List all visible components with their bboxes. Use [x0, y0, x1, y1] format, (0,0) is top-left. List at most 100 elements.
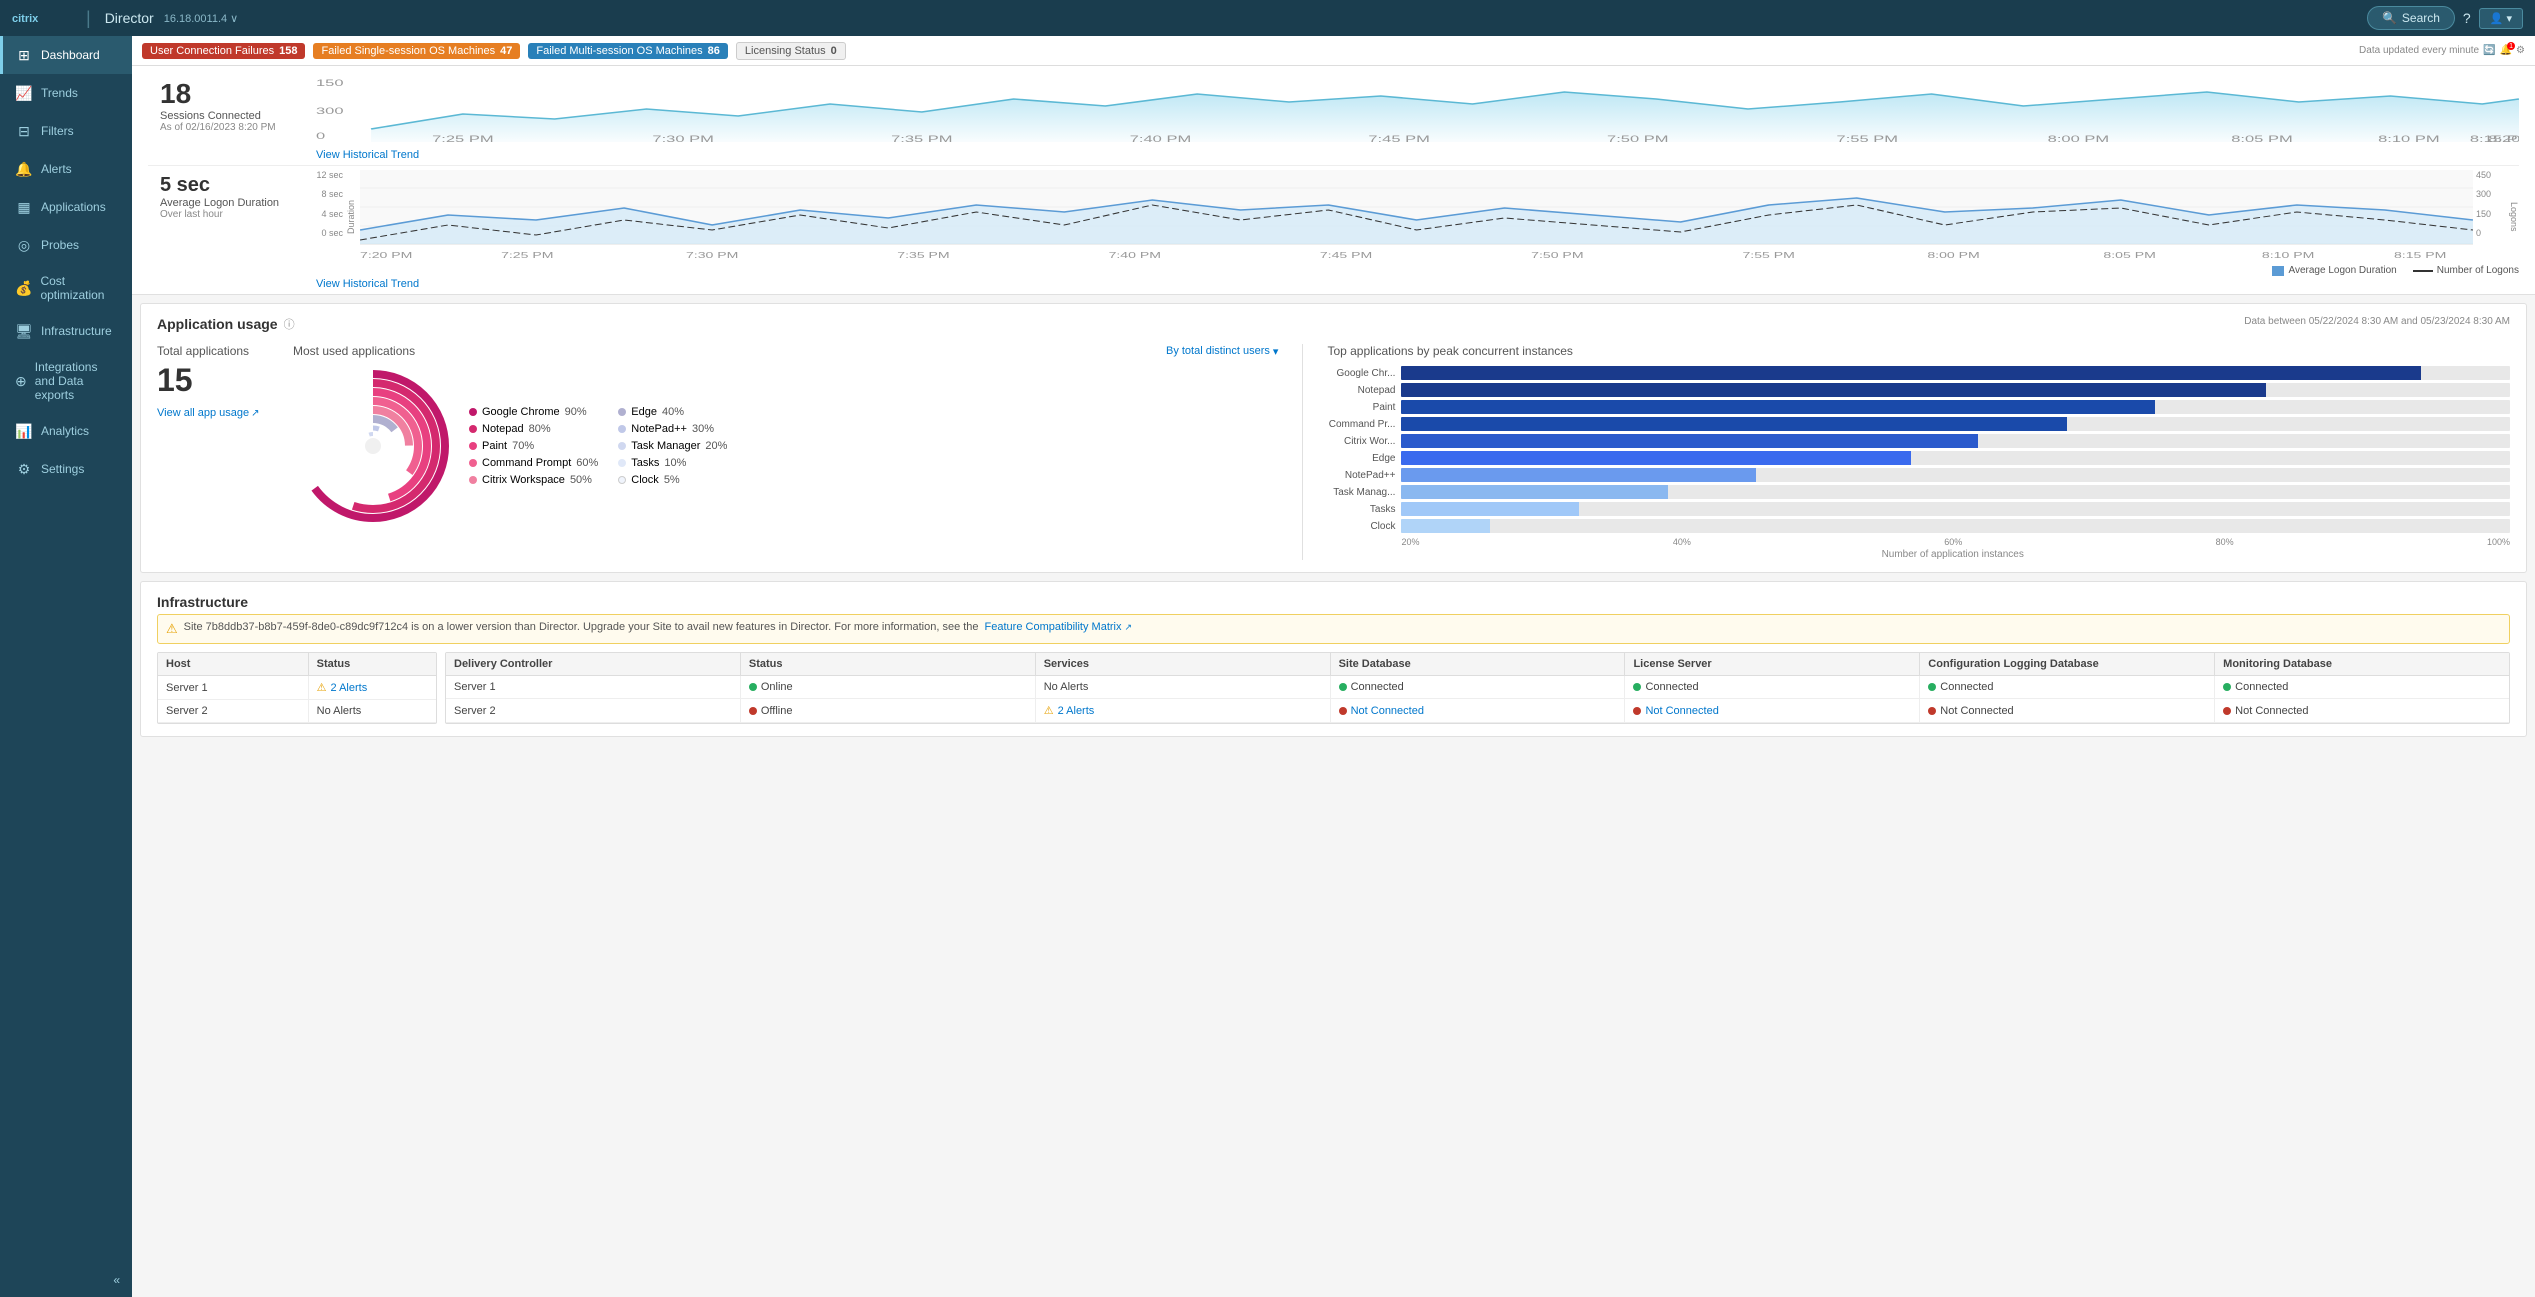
probes-icon: ◎ — [15, 236, 33, 254]
dc-services-header: Services — [1036, 653, 1331, 675]
dc-license-header: License Server — [1625, 653, 1920, 675]
bar-chart: Google Chr... Notepad Pain — [1327, 366, 2510, 560]
ucf-count: 158 — [279, 45, 297, 57]
sidebar-item-applications[interactable]: ▦ Applications — [0, 188, 132, 226]
warning-icon: ⚠ — [166, 621, 178, 637]
services-warning-icon: ⚠ — [1044, 704, 1054, 717]
sidebar-item-dashboard[interactable]: ⊞ Dashboard — [0, 36, 132, 74]
configlogging-green-icon — [1928, 683, 1936, 691]
svg-text:7:20 PM: 7:20 PM — [360, 252, 412, 260]
host-col-header: Host — [158, 653, 309, 675]
svg-text:7:35 PM: 7:35 PM — [897, 252, 949, 260]
bar-x-axis-title: Number of application instances — [1327, 549, 2510, 560]
configlogging-red-icon — [1928, 707, 1936, 715]
sessions-count: 18 — [160, 78, 191, 110]
sidebar-label-settings: Settings — [41, 462, 84, 476]
search-button[interactable]: 🔍 Search — [2367, 6, 2455, 30]
svg-text:8:05 PM: 8:05 PM — [2103, 252, 2155, 260]
right-y-150: 150 — [2476, 209, 2505, 219]
notification-bell[interactable]: 🔔 1 — [2500, 45, 2512, 56]
sidebar-item-infrastructure[interactable]: 🖥 Infrastructure — [0, 312, 132, 350]
cost-icon: 💰 — [15, 279, 32, 297]
app-usage-info-icon[interactable]: ⓘ — [284, 316, 295, 332]
warning-text: Site 7b8ddb37-b8b7-459f-8de0-c89dc9f712c… — [184, 621, 979, 633]
sidebar-item-integrations[interactable]: ⊕ Integrations and Data exports — [0, 350, 132, 412]
ls-label: Licensing Status — [745, 45, 826, 57]
alerts-icon: 🔔 — [15, 160, 33, 178]
sitedb-notconnected-link[interactable]: Not Connected — [1351, 705, 1424, 717]
user-button[interactable]: 👤 ▾ — [2479, 8, 2523, 29]
legend-tasks: Tasks 10% — [618, 457, 727, 469]
sidebar: ⊞ Dashboard 📈 Trends ⊟ Filters 🔔 Alerts … — [0, 36, 132, 1297]
donut-header: Most used applications By total distinct… — [293, 344, 1278, 358]
legend-google-chrome: Google Chrome 90% — [469, 406, 598, 418]
bar-fill-notepad — [1401, 383, 2266, 397]
sidebar-item-probes[interactable]: ◎ Probes — [0, 226, 132, 264]
monitoring-red-icon — [2223, 707, 2231, 715]
host-name-server2: Server 2 — [158, 700, 309, 722]
app-total-section: Total applications 15 View all app usage… — [157, 344, 277, 560]
legend-edge: Edge 40% — [618, 406, 727, 418]
donut-filter-dropdown[interactable]: By total distinct users ▾ — [1166, 345, 1278, 358]
main-content: 18 Sessions Connected As of 02/16/2023 8… — [132, 66, 2535, 1297]
license-notconnected-link[interactable]: Not Connected — [1645, 705, 1718, 717]
sidebar-item-trends[interactable]: 📈 Trends — [0, 74, 132, 112]
bar-row-edge: Edge — [1327, 451, 2510, 465]
sidebar-item-cost-optimization[interactable]: 💰 Cost optimization — [0, 264, 132, 312]
view-all-apps-link[interactable]: View all app usage ↗ — [157, 407, 277, 419]
sidebar-label-infrastructure: Infrastructure — [41, 324, 112, 338]
charts-section: 18 Sessions Connected As of 02/16/2023 8… — [132, 66, 2535, 295]
dc-monitoring-server1: Connected — [2215, 676, 2509, 698]
svg-text:8:05 PM: 8:05 PM — [2231, 134, 2293, 144]
server1-alerts-link[interactable]: 2 Alerts — [331, 682, 368, 694]
sidebar-label-filters: Filters — [41, 124, 74, 138]
integrations-icon: ⊕ — [15, 372, 27, 390]
donut-legend: Google Chrome 90% Notepad 80% Paint — [469, 406, 727, 486]
user-connection-failures-badge[interactable]: User Connection Failures 158 — [142, 43, 305, 59]
total-apps-label: Total applications — [157, 344, 277, 358]
fms-count: 86 — [708, 45, 720, 57]
dc-services-server2: ⚠ 2 Alerts — [1036, 699, 1331, 722]
help-button[interactable]: ? — [2463, 10, 2471, 26]
dc-row-server2: Server 2 Offline ⚠ 2 Alerts Not Connecte… — [446, 699, 2509, 723]
svg-text:7:45 PM: 7:45 PM — [1368, 134, 1430, 144]
logon-view-trend-link[interactable]: View Historical Trend — [316, 278, 419, 290]
server2-services-link[interactable]: 2 Alerts — [1058, 705, 1095, 717]
licensing-status-badge[interactable]: Licensing Status 0 — [736, 42, 846, 60]
donut-section: Most used applications By total distinct… — [293, 344, 1278, 560]
section-divider — [1302, 344, 1303, 560]
failed-single-session-badge[interactable]: Failed Single-session OS Machines 47 — [313, 43, 520, 59]
svg-text:7:50 PM: 7:50 PM — [1607, 134, 1669, 144]
svg-text:7:30 PM: 7:30 PM — [652, 134, 714, 144]
sidebar-item-alerts[interactable]: 🔔 Alerts — [0, 150, 132, 188]
sidebar-item-settings[interactable]: ⚙ Settings — [0, 450, 132, 488]
svg-text:8:00 PM: 8:00 PM — [2048, 134, 2110, 144]
sidebar-collapse-button[interactable]: « — [0, 1263, 132, 1297]
alert-bar-left: User Connection Failures 158 Failed Sing… — [142, 42, 846, 60]
dc-license-server1: Connected — [1625, 676, 1920, 698]
svg-text:8:20 PM: 8:20 PM — [2488, 134, 2519, 144]
sidebar-label-trends: Trends — [41, 86, 78, 100]
svg-text:8:10 PM: 8:10 PM — [2262, 252, 2314, 260]
bar-fill-tasks — [1401, 502, 1578, 516]
right-y-300: 300 — [2476, 189, 2505, 199]
legend-citrix-workspace: Citrix Workspace 50% — [469, 474, 598, 486]
dc-status-server1: Online — [741, 676, 1036, 698]
settings-icon[interactable]: ⚙ — [2516, 45, 2525, 56]
delivery-controller-table: Delivery Controller Status Services Site… — [445, 652, 2510, 724]
legend-task-manager: Task Manager 20% — [618, 440, 727, 452]
sessions-view-trend-link[interactable]: View Historical Trend — [316, 149, 419, 161]
dc-row-server1: Server 1 Online No Alerts Connected Conn… — [446, 676, 2509, 699]
license-green-icon — [1633, 683, 1641, 691]
dc-sitedb-header: Site Database — [1331, 653, 1626, 675]
svg-text:7:40 PM: 7:40 PM — [1130, 134, 1192, 144]
feature-compatibility-link[interactable]: Feature Compatibility Matrix ↗ — [985, 621, 1133, 633]
sidebar-item-analytics[interactable]: 📊 Analytics — [0, 412, 132, 450]
nav-left: citrix | Director 16.18.0011.4 ∨ — [12, 8, 238, 29]
external-link-icon: ↗ — [251, 408, 259, 419]
failed-multi-session-badge[interactable]: Failed Multi-session OS Machines 86 — [528, 43, 728, 59]
sidebar-item-filters[interactable]: ⊟ Filters — [0, 112, 132, 150]
sidebar-label-alerts: Alerts — [41, 162, 72, 176]
refresh-icon: 🔄 — [2483, 45, 2495, 56]
dc-monitoring-header: Monitoring Database — [2215, 653, 2509, 675]
